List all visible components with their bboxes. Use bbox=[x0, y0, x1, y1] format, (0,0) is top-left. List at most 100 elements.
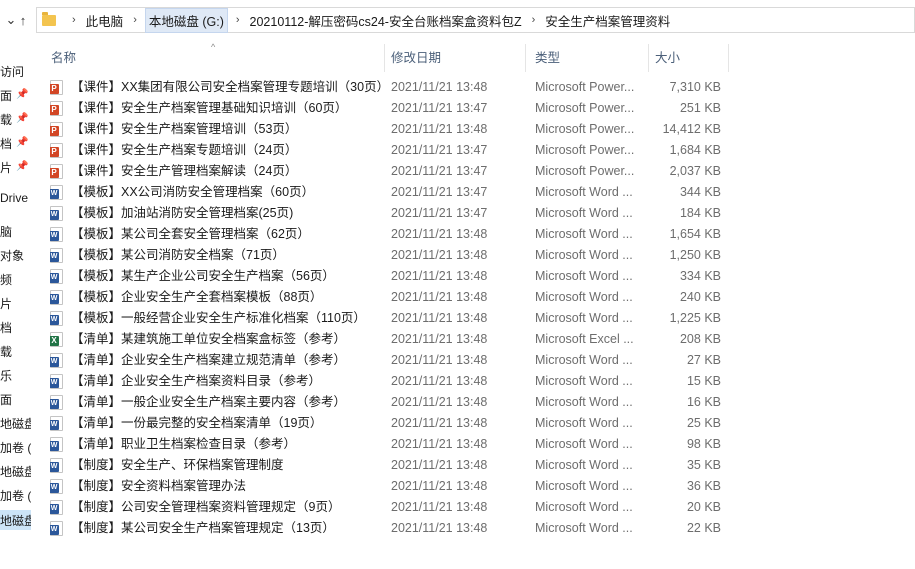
chevron-right-icon[interactable]: › bbox=[524, 14, 544, 26]
file-row[interactable]: 【制度】某公司安全生产档案管理规定（13页） 2021/11/21 13:48 Mi… bbox=[40, 518, 915, 539]
file-name-cell[interactable]: 【清单】企业安全生产档案建立规范清单（参考） bbox=[50, 350, 385, 371]
nav-item-drive-selected[interactable]: 地磁盘 bbox=[0, 512, 31, 529]
file-name-cell[interactable]: 【课件】XX集团有限公司安全档案管理专题培训（30页） bbox=[50, 77, 385, 98]
file-size: 240 KB bbox=[679, 290, 721, 304]
file-row[interactable]: 【课件】安全生产档案管理培训（53页） 2021/11/21 13:48 Micro… bbox=[40, 119, 915, 140]
column-header-size[interactable]: 大小 bbox=[644, 44, 729, 72]
word-file-icon bbox=[50, 479, 63, 494]
nav-item-drive[interactable]: 地磁盘 bbox=[0, 415, 31, 432]
file-row[interactable]: 【模板】XX公司消防安全管理档案（60页） 2021/11/21 13:47 Mic… bbox=[40, 182, 915, 203]
word-file-icon bbox=[50, 374, 63, 389]
column-divider[interactable] bbox=[728, 44, 729, 72]
nav-item[interactable]: 面 bbox=[0, 391, 12, 408]
breadcrumb-current-folder[interactable]: 安全生产档案管理资料 bbox=[543, 8, 672, 33]
file-name-cell[interactable]: 【模板】某生产企业公司安全生产档案（56页） bbox=[50, 266, 385, 287]
file-type: Microsoft Power... bbox=[535, 122, 635, 136]
file-row[interactable]: 【制度】安全资料档案管理办法 2021/11/21 13:48 Microsoft … bbox=[40, 476, 915, 497]
file-row[interactable]: 【课件】XX集团有限公司安全档案管理专题培训（30页） 2021/11/21 13… bbox=[40, 77, 915, 98]
nav-item[interactable]: 载 bbox=[0, 111, 12, 128]
file-row[interactable]: 【模板】一般经营企业安全生产标准化档案（110页） 2021/11/21 13:4… bbox=[40, 308, 915, 329]
nav-item[interactable]: 档 bbox=[0, 135, 12, 152]
file-type: Microsoft Word ... bbox=[535, 185, 633, 199]
file-name: 【模板】企业安全生产全套档案模板（88页） bbox=[71, 290, 323, 304]
file-name: 【模板】XX公司消防安全管理档案（60页） bbox=[71, 185, 315, 199]
nav-item-drive[interactable]: 加卷 ( bbox=[0, 439, 31, 456]
chevron-right-icon[interactable]: › bbox=[64, 14, 84, 26]
file-name-cell[interactable]: 【模板】某公司消防安全档案（71页） bbox=[50, 245, 385, 266]
file-size: 98 KB bbox=[686, 437, 721, 451]
file-row[interactable]: 【制度】公司安全管理档案资料管理规定（9页） 2021/11/21 13:48 Mi… bbox=[40, 497, 915, 518]
file-row[interactable]: 【模板】某生产企业公司安全生产档案（56页） 2021/11/21 13:48 Mi… bbox=[40, 266, 915, 287]
nav-item[interactable]: 面 bbox=[0, 87, 12, 104]
file-name-cell[interactable]: 【课件】安全生产档案管理基础知识培训（60页） bbox=[50, 98, 385, 119]
nav-item[interactable]: 访问 bbox=[0, 63, 24, 80]
up-arrow-icon[interactable]: ↑ bbox=[12, 9, 34, 31]
file-name: 【制度】安全资料档案管理办法 bbox=[71, 479, 247, 493]
file-name-cell[interactable]: 【课件】安全生产档案专题培训（24页） bbox=[50, 140, 385, 161]
file-name-cell[interactable]: 【模板】一般经营企业安全生产标准化档案（110页） bbox=[50, 308, 385, 329]
nav-item[interactable]: 频 bbox=[0, 271, 12, 288]
address-bar[interactable]: › 此电脑 › 本地磁盘 (G:) › 20210112-解压密码cs24-安全… bbox=[36, 7, 915, 33]
file-date: 2021/11/21 13:48 bbox=[391, 122, 488, 136]
file-row[interactable]: 【模板】企业安全生产全套档案模板（88页） 2021/11/21 13:48 Mic… bbox=[40, 287, 915, 308]
file-row[interactable]: 【模板】某公司全套安全管理档案（62页） 2021/11/21 13:48 Micr… bbox=[40, 224, 915, 245]
column-header-name[interactable]: 名称 bbox=[40, 44, 385, 72]
file-size: 184 KB bbox=[679, 206, 721, 220]
nav-item[interactable]: 载 bbox=[0, 343, 12, 360]
file-name-cell[interactable]: 【清单】某建筑施工单位安全档案盒标签（参考） bbox=[50, 329, 385, 350]
file-name-cell[interactable]: 【课件】安全生产管理档案解读（24页） bbox=[50, 161, 385, 182]
file-type: Microsoft Word ... bbox=[535, 374, 633, 388]
breadcrumb-this-pc[interactable]: 此电脑 bbox=[84, 8, 126, 33]
powerpoint-file-icon bbox=[50, 101, 63, 116]
breadcrumb-archive-folder[interactable]: 20210112-解压密码cs24-安全台账档案盒资料包Z bbox=[248, 8, 524, 33]
nav-item-drive[interactable]: 加卷 ( bbox=[0, 487, 31, 504]
file-row[interactable]: 【清单】企业安全生产档案资料目录（参考） 2021/11/21 13:48 Micr… bbox=[40, 371, 915, 392]
nav-item-onedrive[interactable]: Drive bbox=[0, 191, 28, 205]
file-row[interactable]: 【模板】加油站消防安全管理档案(25页) 2021/11/21 13:47 Micr… bbox=[40, 203, 915, 224]
file-row[interactable]: 【课件】安全生产档案管理基础知识培训（60页） 2021/11/21 13:47 M… bbox=[40, 98, 915, 119]
file-row[interactable]: 【清单】一般企业安全生产档案主要内容（参考） 2021/11/21 13:48 Mi… bbox=[40, 392, 915, 413]
pin-icon: 📌 bbox=[16, 89, 29, 100]
nav-item-this-pc[interactable]: 脑 bbox=[0, 223, 12, 240]
file-row[interactable]: 【清单】一份最完整的安全档案清单（19页） 2021/11/21 13:48 Mic… bbox=[40, 413, 915, 434]
nav-item[interactable]: 对象 bbox=[0, 247, 24, 264]
file-row[interactable]: 【课件】安全生产管理档案解读（24页） 2021/11/21 13:47 Micro… bbox=[40, 161, 915, 182]
file-row[interactable]: 【清单】企业安全生产档案建立规范清单（参考） 2021/11/21 13:48 Mi… bbox=[40, 350, 915, 371]
file-name-cell[interactable]: 【清单】企业安全生产档案资料目录（参考） bbox=[50, 371, 385, 392]
nav-item[interactable]: 乐 bbox=[0, 367, 12, 384]
nav-item[interactable]: 片 bbox=[0, 295, 12, 312]
file-name-cell[interactable]: 【制度】公司安全管理档案资料管理规定（9页） bbox=[50, 497, 385, 518]
file-name-cell[interactable]: 【模板】XX公司消防安全管理档案（60页） bbox=[50, 182, 385, 203]
nav-item[interactable]: 片 bbox=[0, 159, 12, 176]
file-name-cell[interactable]: 【课件】安全生产档案管理培训（53页） bbox=[50, 119, 385, 140]
file-name-cell[interactable]: 【清单】一般企业安全生产档案主要内容（参考） bbox=[50, 392, 385, 413]
file-name-cell[interactable]: 【制度】安全资料档案管理办法 bbox=[50, 476, 385, 497]
file-row[interactable]: 【模板】某公司消防安全档案（71页） 2021/11/21 13:48 Micros… bbox=[40, 245, 915, 266]
file-name-cell[interactable]: 【模板】某公司全套安全管理档案（62页） bbox=[50, 224, 385, 245]
pin-icon: 📌 bbox=[16, 137, 29, 148]
file-size: 20 KB bbox=[686, 500, 721, 514]
nav-item[interactable]: 档 bbox=[0, 319, 12, 336]
file-name-cell[interactable]: 【清单】一份最完整的安全档案清单（19页） bbox=[50, 413, 385, 434]
file-list: 【课件】XX集团有限公司安全档案管理专题培训（30页） 2021/11/21 13… bbox=[40, 77, 915, 539]
chevron-right-icon[interactable]: › bbox=[228, 14, 248, 26]
file-row[interactable]: 【课件】安全生产档案专题培训（24页） 2021/11/21 13:47 Micro… bbox=[40, 140, 915, 161]
word-file-icon bbox=[50, 416, 63, 431]
file-row[interactable]: 【制度】安全生产、环保档案管理制度 2021/11/21 13:48 Microso… bbox=[40, 455, 915, 476]
file-type: Microsoft Word ... bbox=[535, 458, 633, 472]
file-name-cell[interactable]: 【模板】企业安全生产全套档案模板（88页） bbox=[50, 287, 385, 308]
file-name-cell[interactable]: 【模板】加油站消防安全管理档案(25页) bbox=[50, 203, 385, 224]
breadcrumb-drive-g[interactable]: 本地磁盘 (G:) bbox=[144, 7, 228, 33]
file-size: 1,250 KB bbox=[669, 248, 721, 262]
column-header-type[interactable]: 类型 bbox=[524, 44, 649, 72]
column-header-date[interactable]: 修改日期 bbox=[380, 44, 525, 72]
file-row[interactable]: 【清单】某建筑施工单位安全档案盒标签（参考） 2021/11/21 13:48 Mi… bbox=[40, 329, 915, 350]
file-name-cell[interactable]: 【清单】职业卫生档案检查目录（参考） bbox=[50, 434, 385, 455]
file-date: 2021/11/21 13:48 bbox=[391, 500, 488, 514]
nav-item-drive[interactable]: 地磁盘 bbox=[0, 463, 31, 480]
file-name-cell[interactable]: 【制度】某公司安全生产档案管理规定（13页） bbox=[50, 518, 385, 539]
file-row[interactable]: 【清单】职业卫生档案检查目录（参考） 2021/11/21 13:48 Micros… bbox=[40, 434, 915, 455]
file-name-cell[interactable]: 【制度】安全生产、环保档案管理制度 bbox=[50, 455, 385, 476]
folder-icon bbox=[42, 11, 56, 26]
chevron-right-icon[interactable]: › bbox=[125, 14, 145, 26]
